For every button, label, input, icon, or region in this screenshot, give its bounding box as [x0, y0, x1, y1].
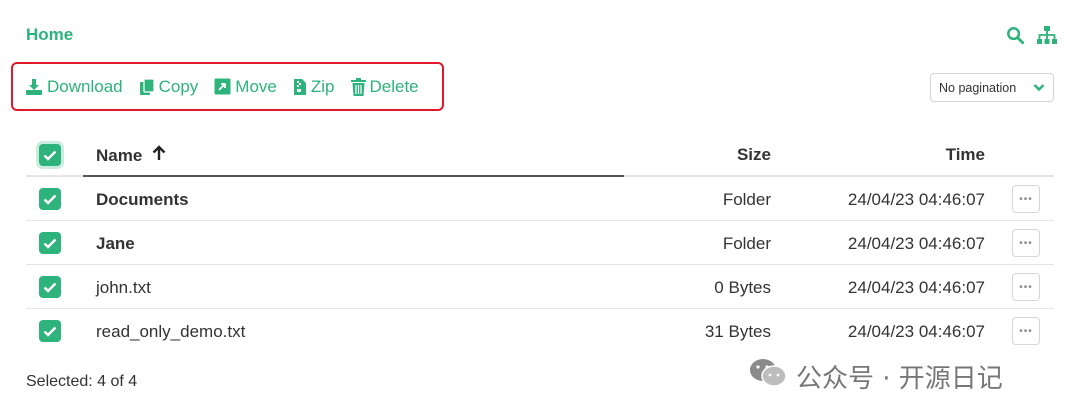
row-checkbox[interactable]: [39, 320, 61, 342]
row-menu-button[interactable]: •••: [1012, 317, 1040, 345]
check-icon: [43, 150, 57, 161]
search-icon[interactable]: [1004, 24, 1026, 46]
check-icon: [43, 194, 57, 205]
download-label: Download: [47, 76, 123, 96]
move-label: Move: [235, 76, 277, 96]
zip-icon: [293, 78, 307, 96]
row-time: 24/04/23 04:46:07: [847, 322, 985, 341]
watermark: 公众号 · 开源日记: [748, 356, 1003, 397]
row-name[interactable]: read_only_demo.txt: [96, 322, 245, 342]
check-icon: [43, 326, 57, 337]
row-time: 24/04/23 04:46:07: [847, 278, 985, 297]
select-all-checkbox[interactable]: [39, 144, 61, 166]
row-size: 0 Bytes: [714, 278, 771, 297]
arrow-up-icon: [152, 145, 166, 166]
row-menu-button[interactable]: •••: [1012, 185, 1040, 213]
copy-label: Copy: [158, 76, 199, 96]
pagination-value: No pagination: [939, 80, 1017, 95]
row-size: Folder: [722, 234, 771, 253]
header-name[interactable]: Name: [96, 145, 166, 166]
watermark-text: 公众号 · 开源日记: [796, 364, 1003, 394]
row-size: 31 Bytes: [704, 322, 771, 341]
zip-button[interactable]: Zip: [293, 77, 335, 97]
move-icon: [214, 78, 231, 95]
header-size[interactable]: Size: [737, 145, 771, 165]
header-name-label: Name: [96, 145, 143, 165]
check-icon: [43, 238, 57, 249]
download-icon: [25, 78, 43, 96]
breadcrumb[interactable]: Home: [26, 25, 73, 45]
delete-label: Delete: [369, 76, 419, 96]
ellipsis-icon: •••: [1019, 237, 1033, 249]
table-row[interactable]: Jane Folder 24/04/23 04:46:07 •••: [26, 221, 1054, 265]
table-row[interactable]: Documents Folder 24/04/23 04:46:07 •••: [26, 177, 1054, 221]
check-icon: [43, 282, 57, 293]
row-menu-button[interactable]: •••: [1012, 229, 1040, 257]
row-name[interactable]: Documents: [96, 190, 189, 210]
sitemap-icon[interactable]: [1036, 24, 1058, 46]
delete-button[interactable]: Delete: [350, 76, 419, 97]
row-checkbox[interactable]: [39, 276, 61, 298]
row-time: 24/04/23 04:46:07: [847, 234, 985, 253]
row-size: Folder: [722, 190, 771, 209]
action-toolbar: Download Copy Move Zip Delete: [11, 62, 444, 111]
table-header: Name Size Time: [26, 133, 1054, 177]
selection-count: Selected: 4 of 4: [26, 373, 138, 390]
ellipsis-icon: •••: [1019, 325, 1033, 337]
header-icons: [1004, 24, 1058, 46]
row-menu-button[interactable]: •••: [1012, 273, 1040, 301]
row-name[interactable]: john.txt: [96, 278, 151, 298]
file-table: Name Size Time Documents Folder 24/04/23…: [26, 133, 1054, 353]
move-button[interactable]: Move: [214, 77, 277, 97]
table-row[interactable]: john.txt 0 Bytes 24/04/23 04:46:07 •••: [26, 265, 1054, 309]
chevron-down-icon: [1033, 81, 1045, 95]
row-checkbox[interactable]: [39, 232, 61, 254]
ellipsis-icon: •••: [1019, 281, 1033, 293]
copy-icon: [139, 77, 155, 96]
trash-icon: [350, 77, 366, 96]
row-checkbox[interactable]: [39, 188, 61, 210]
ellipsis-icon: •••: [1019, 193, 1033, 205]
table-row[interactable]: read_only_demo.txt 31 Bytes 24/04/23 04:…: [26, 309, 1054, 353]
zip-label: Zip: [310, 76, 335, 96]
row-time: 24/04/23 04:46:07: [847, 190, 985, 209]
pagination-select[interactable]: No pagination: [930, 73, 1054, 102]
wechat-icon: [748, 356, 788, 397]
copy-button[interactable]: Copy: [139, 76, 199, 97]
header-time[interactable]: Time: [946, 145, 985, 165]
download-button[interactable]: Download: [25, 77, 123, 97]
row-name[interactable]: Jane: [96, 234, 135, 254]
